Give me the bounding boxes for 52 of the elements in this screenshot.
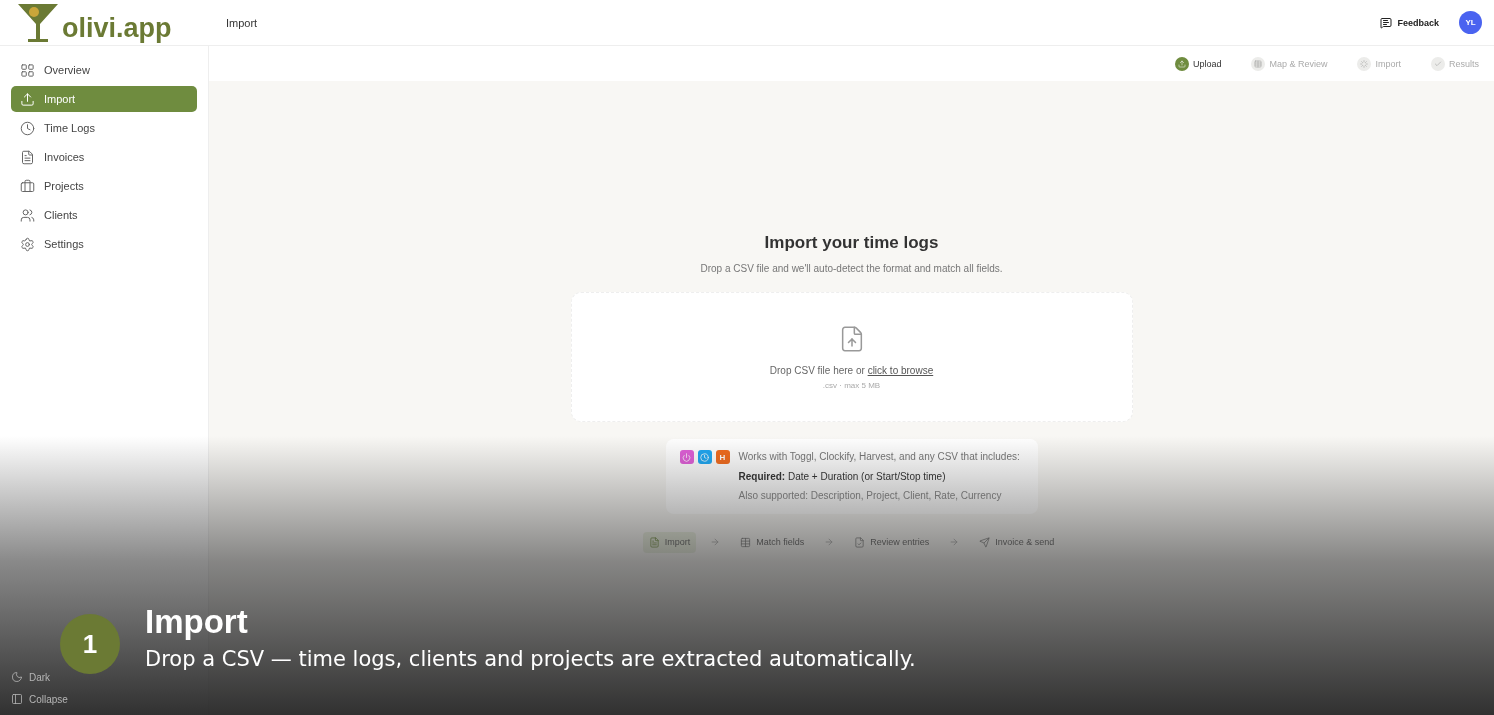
document-icon [648, 536, 660, 548]
table-icon [740, 536, 752, 548]
upload-icon [20, 91, 35, 107]
arrow-icon [710, 537, 721, 547]
clock-icon [20, 120, 35, 136]
workflow-step[interactable]: Review entries [848, 531, 936, 553]
progress-step[interactable]: Upload [1174, 56, 1222, 71]
loader-icon [1360, 59, 1369, 68]
page-title: Import [226, 16, 259, 29]
sidebar-item[interactable]: Invoices [11, 144, 197, 170]
document-icon [20, 149, 35, 165]
grid-icon [20, 62, 35, 78]
caption-title: Import [145, 603, 249, 641]
sidebar-item[interactable]: Projects [11, 173, 197, 199]
panel-icon [11, 693, 23, 705]
document-check-icon [854, 536, 866, 548]
sidebar-item[interactable]: Overview [11, 57, 197, 83]
supported-fields-text: Also supported: Description, Project, Client, Rate, Currency [738, 489, 1003, 503]
arrow-icon [824, 537, 835, 547]
browse-link[interactable]: click to browse [867, 364, 934, 376]
message-icon [1380, 16, 1393, 29]
users-icon [20, 207, 35, 223]
upload-icon [1177, 59, 1186, 68]
moon-icon [11, 671, 23, 683]
workflow-step[interactable]: Invoice & send [973, 531, 1061, 553]
settings-icon [20, 236, 35, 252]
info-text: Works with Toggl, Clockify, Harvest, and any CSV that includes: [738, 450, 1020, 464]
sidebar-footer-item[interactable]: Dark [11, 671, 197, 683]
sidebar-item[interactable]: Import [11, 86, 197, 112]
step-number: 1 [60, 614, 120, 674]
cocktail-glass-icon [16, 1, 60, 44]
feedback-button[interactable]: Feedback [1374, 15, 1445, 30]
arrow-icon [949, 537, 960, 547]
table-icon [1254, 59, 1263, 68]
sidebar-item[interactable]: Time Logs [11, 115, 197, 141]
subtitle: Drop a CSV file and we'll auto-detect the format and match all fields. [700, 263, 1003, 274]
check-icon [1434, 59, 1442, 68]
logo-text: olivi.app [62, 12, 172, 44]
send-icon [979, 536, 991, 548]
file-dropzone[interactable]: Drop CSV file here or click to browse .csv · max 5 MB [570, 292, 1133, 422]
caption-text: Drop a CSV — time logs, clients and projects are extracted automatically. [145, 647, 916, 671]
required-fields-text: Required: Date + Duration (or Start/Stop time) [738, 469, 947, 483]
dropzone-text: Drop CSV file here or click to browse [769, 364, 934, 376]
user-avatar[interactable]: YL [1459, 11, 1482, 34]
workflow-step[interactable]: Match fields [734, 531, 811, 553]
sidebar-item[interactable]: Settings [11, 231, 197, 257]
page-heading: Import your time logs [764, 233, 939, 253]
sidebar-item[interactable]: Clients [11, 202, 197, 228]
app-badge: H [715, 450, 730, 464]
sidebar-footer-item[interactable]: Collapse [11, 693, 197, 705]
file-hint: .csv · max 5 MB [822, 380, 881, 390]
briefcase-icon [20, 178, 35, 194]
